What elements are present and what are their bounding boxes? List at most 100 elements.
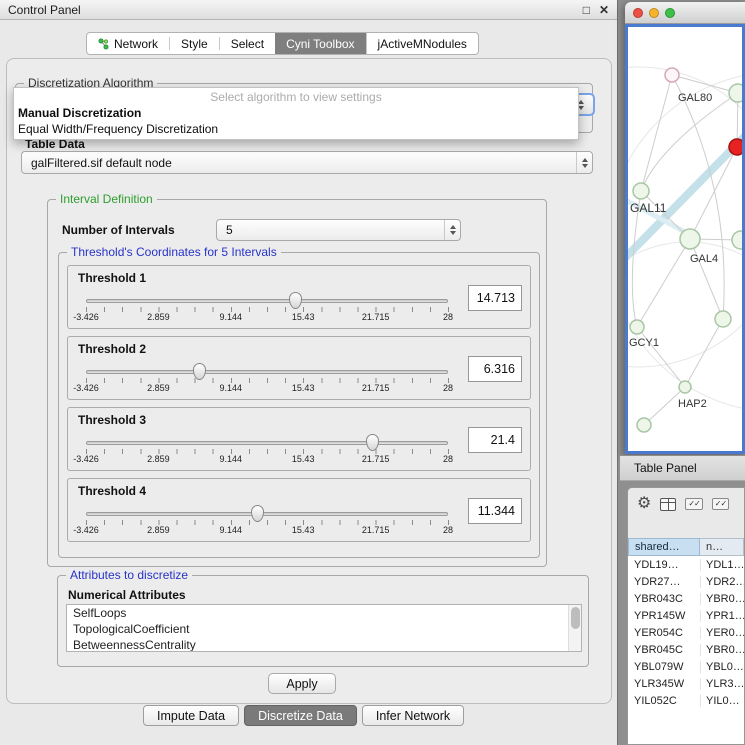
close-icon[interactable]: ✕ [599,4,609,16]
node-label: GAL11 [630,201,667,215]
bottom-tab-bar: Impute Data Discretize Data Infer Networ… [143,705,464,726]
tab-jactivemnodules[interactable]: jActiveMNodules [366,33,478,54]
dropdown-item-equal-width-frequency[interactable]: Equal Width/Frequency Discretization [14,121,578,137]
select-all-columns-icon[interactable]: ✓✓ [685,498,702,510]
table-row[interactable]: YDL19…YDL1… [628,556,744,573]
slider-tick-labels: -3.426 2.859 9.144 15.43 21.715 28 [86,525,448,536]
cell-shared-name[interactable]: YER054C [628,627,700,639]
tab-network[interactable]: Network [87,33,169,54]
table-row[interactable]: YBR045CYBR0… [628,641,744,658]
control-panel-window: Control Panel □ ✕ Network Style Select [0,0,618,745]
cell-name[interactable]: YBL0… [700,661,744,673]
list-item[interactable]: BetweennessCentrality [67,637,581,652]
zoom-traffic-light-icon[interactable] [665,8,675,18]
scrollbar-thumb[interactable] [571,607,580,629]
apply-button[interactable]: Apply [268,673,336,694]
tick-label: 15.43 [292,454,315,464]
number-of-intervals-label: Number of Intervals [62,223,175,237]
tab-infer-network[interactable]: Infer Network [362,705,464,726]
network-node[interactable] [637,418,651,432]
list-item[interactable]: TopologicalCoefficient [67,621,581,637]
unselect-all-columns-icon[interactable]: ✓✓ [712,498,729,510]
dropdown-item-manual-discretization[interactable]: Manual Discretization [14,105,578,121]
network-node-selected[interactable] [729,139,742,155]
table-panel-header[interactable]: Table Panel [620,455,745,481]
cell-shared-name[interactable]: YPR145W [628,610,700,622]
list-item[interactable]: SelfLoops [67,605,581,621]
slider-tick-labels: -3.426 2.859 9.144 15.43 21.715 28 [86,312,448,323]
minimize-icon[interactable]: □ [583,4,590,16]
column-header-shared-name[interactable]: shared… [628,538,700,556]
network-node[interactable] [633,183,649,199]
network-node[interactable] [680,229,700,249]
show-columns-icon[interactable] [660,498,676,511]
settings-gear-icon[interactable]: ⚙ [637,496,651,512]
threshold-4-value-field[interactable]: 11.344 [468,498,522,524]
column-header-name[interactable]: n… [700,538,744,556]
cell-name[interactable]: YDL1… [700,559,744,571]
tab-select[interactable]: Select [220,33,275,54]
threshold-2-label: Threshold 2 [78,342,146,356]
threshold-2-slider[interactable] [86,370,448,374]
cell-name[interactable]: YBR0… [700,644,744,656]
network-node[interactable] [715,311,731,327]
tab-discretize-data[interactable]: Discretize Data [244,705,357,726]
cell-name[interactable]: YIL0… [700,695,744,707]
cell-shared-name[interactable]: YDL19… [628,559,700,571]
arrow-up-icon [450,225,456,229]
tick-label: 2.859 [147,525,170,535]
cell-shared-name[interactable]: YIL052C [628,695,700,707]
table-panel-title: Table Panel [634,461,697,475]
cell-name[interactable]: YDR2… [700,576,744,588]
network-canvas[interactable]: GAL80 GAL11 GAL4 GCY1 HAP2 [625,24,745,454]
tick-label: 21.715 [362,383,390,393]
cell-shared-name[interactable]: YLR345W [628,678,700,690]
threshold-1-label: Threshold 1 [78,271,146,285]
threshold-2-value-field[interactable]: 6.316 [468,356,522,382]
table-row[interactable]: YBR043CYBR0… [628,590,744,607]
table-row[interactable]: YDR27…YDR2… [628,573,744,590]
threshold-3-label: Threshold 3 [78,413,146,427]
control-panel-titlebar[interactable]: Control Panel □ ✕ [0,0,617,20]
threshold-3-panel: Threshold 3 -3.426 2.859 9.144 15.43 21.… [67,407,531,471]
table-row[interactable]: YLR345WYLR3… [628,675,744,692]
table-body: YDL19…YDL1… YDR27…YDR2… YBR043CYBR0… YPR… [628,556,744,744]
network-window-titlebar[interactable] [625,2,745,24]
table-row[interactable]: YER054CYER0… [628,624,744,641]
network-node[interactable] [732,231,742,249]
attributes-group-title: Attributes to discretize [66,568,192,582]
tick-label: -3.426 [73,454,99,464]
cell-name[interactable]: YBR0… [700,593,744,605]
table-row[interactable]: YIL052CYIL0… [628,692,744,709]
cell-shared-name[interactable]: YBR045C [628,644,700,656]
threshold-3-value-field[interactable]: 21.4 [468,427,522,453]
list-scrollbar[interactable] [568,605,581,651]
tab-impute-data[interactable]: Impute Data [143,705,239,726]
table-row[interactable]: YBL079WYBL0… [628,658,744,675]
cell-name[interactable]: YPR1… [700,610,744,622]
cell-shared-name[interactable]: YBL079W [628,661,700,673]
tab-cyni-toolbox[interactable]: Cyni Toolbox [275,33,365,54]
threshold-1-slider[interactable] [86,299,448,303]
close-traffic-light-icon[interactable] [633,8,643,18]
network-node[interactable] [729,84,742,102]
threshold-3-slider[interactable] [86,441,448,445]
network-node[interactable] [679,381,691,393]
table-panel-window: ⚙ ✓✓ ✓✓ shared… n… YDL19…YDL1… YDR27…YDR… [627,487,745,745]
table-header-row: shared… n… [628,538,744,556]
tab-style[interactable]: Style [170,33,219,54]
network-node[interactable] [665,68,679,82]
cell-shared-name[interactable]: YDR27… [628,576,700,588]
tab-jactivemnodules-label: jActiveMNodules [378,37,467,51]
network-node[interactable] [630,320,644,334]
number-of-intervals-select[interactable]: 5 [216,219,461,241]
minimize-traffic-light-icon[interactable] [649,8,659,18]
slider-tick-labels: -3.426 2.859 9.144 15.43 21.715 28 [86,383,448,394]
cell-shared-name[interactable]: YBR043C [628,593,700,605]
cell-name[interactable]: YER0… [700,627,744,639]
cell-name[interactable]: YLR3… [700,678,744,690]
threshold-4-slider[interactable] [86,512,448,516]
table-row[interactable]: YPR145WYPR1… [628,607,744,624]
table-data-select[interactable]: galFiltered.sif default node [21,151,593,174]
threshold-1-value-field[interactable]: 14.713 [468,285,522,311]
